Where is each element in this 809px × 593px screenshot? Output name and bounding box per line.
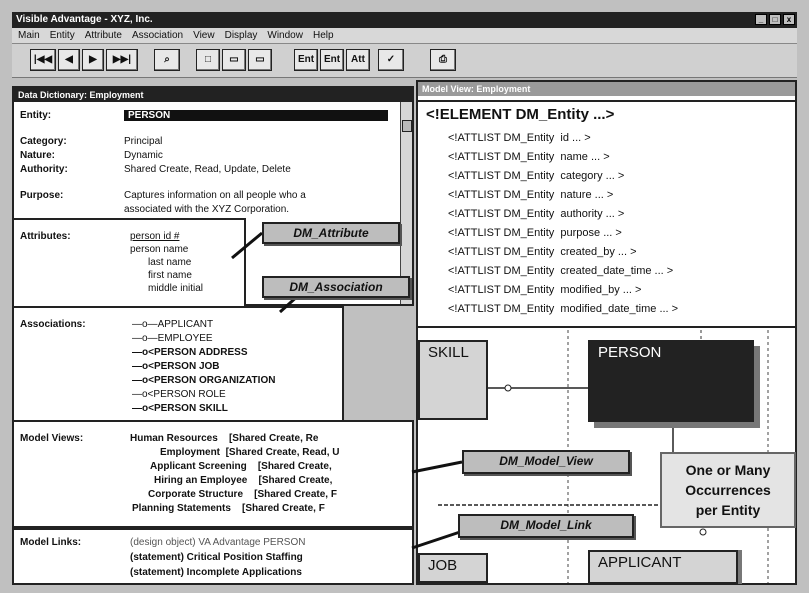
callout-dm-model-link: DM_Model_Link: [458, 514, 634, 538]
callout-dm-association: DM_Association: [262, 276, 410, 298]
model-view-pointer: [411, 460, 463, 474]
model-link-pointer: [411, 530, 461, 550]
callout-dm-model-view: DM_Model_View: [462, 450, 630, 474]
attribute-pointer: [231, 231, 263, 260]
callout-dm-attribute: DM_Attribute: [262, 222, 400, 244]
